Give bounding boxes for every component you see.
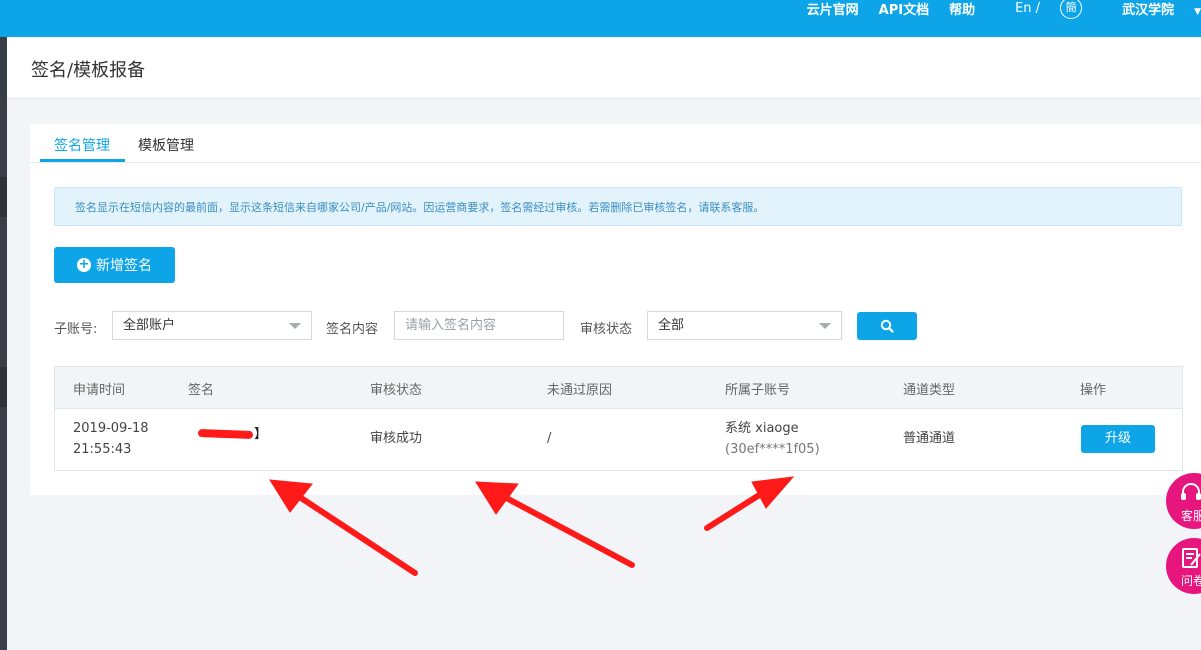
annotation-arrow bbox=[269, 479, 418, 576]
annotation-arrow bbox=[704, 476, 795, 531]
survey-icon bbox=[1182, 548, 1201, 568]
annotation-arrow bbox=[475, 481, 635, 568]
customer-service-label: 客服 bbox=[1181, 509, 1201, 523]
annotation-arrows bbox=[269, 476, 795, 576]
headset-icon bbox=[1181, 483, 1201, 500]
survey-label: 问卷 bbox=[1181, 574, 1201, 588]
